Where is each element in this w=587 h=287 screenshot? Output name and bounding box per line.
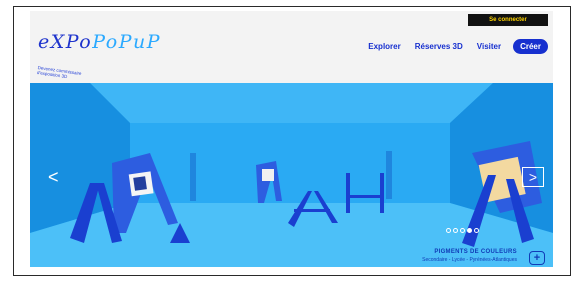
slide-subtitle: Secondaire - Lycée - Pyrénées-Atlantique… xyxy=(422,257,517,263)
logo-part-popup: PoPuP xyxy=(92,31,161,53)
hero-carousel: < > PIGMENTS DE COULEURS Secondaire - Ly… xyxy=(30,83,553,267)
carousel-dot-active[interactable] xyxy=(467,228,472,233)
main-nav: Explorer Réserves 3D Visiter Créer xyxy=(354,39,548,54)
logo-wordmark: eXPoPoPuP xyxy=(38,31,161,53)
gallery-scene-image xyxy=(30,83,553,267)
nav-reserves-3d[interactable]: Réserves 3D xyxy=(415,42,463,51)
slide-title[interactable]: PIGMENTS DE COULEURS xyxy=(422,249,517,255)
carousel-prev-button[interactable]: < xyxy=(48,167,59,188)
carousel-dot[interactable] xyxy=(460,228,465,233)
carousel-dot[interactable] xyxy=(453,228,458,233)
site-logo[interactable]: eXPoPoPuP Devenez commissaire d'expositi… xyxy=(37,27,166,79)
page: Se connecter eXPoPoPuP Devenez commissai… xyxy=(30,11,553,267)
logo-tagline: Devenez commissaire d'exposition 3D xyxy=(36,65,82,80)
expand-plus-button[interactable]: + xyxy=(529,251,545,265)
nav-explorer[interactable]: Explorer xyxy=(368,42,400,51)
carousel-pagination xyxy=(446,228,479,233)
carousel-dot[interactable] xyxy=(446,228,451,233)
create-button[interactable]: Créer xyxy=(513,39,548,54)
slide-caption: PIGMENTS DE COULEURS Secondaire - Lycée … xyxy=(422,249,517,263)
carousel-next-button[interactable]: > xyxy=(522,167,544,187)
carousel-dot[interactable] xyxy=(474,228,479,233)
logo-part-expo: eXPo xyxy=(38,31,93,53)
login-button[interactable]: Se connecter xyxy=(468,14,548,26)
nav-visiter[interactable]: Visiter xyxy=(477,42,501,51)
